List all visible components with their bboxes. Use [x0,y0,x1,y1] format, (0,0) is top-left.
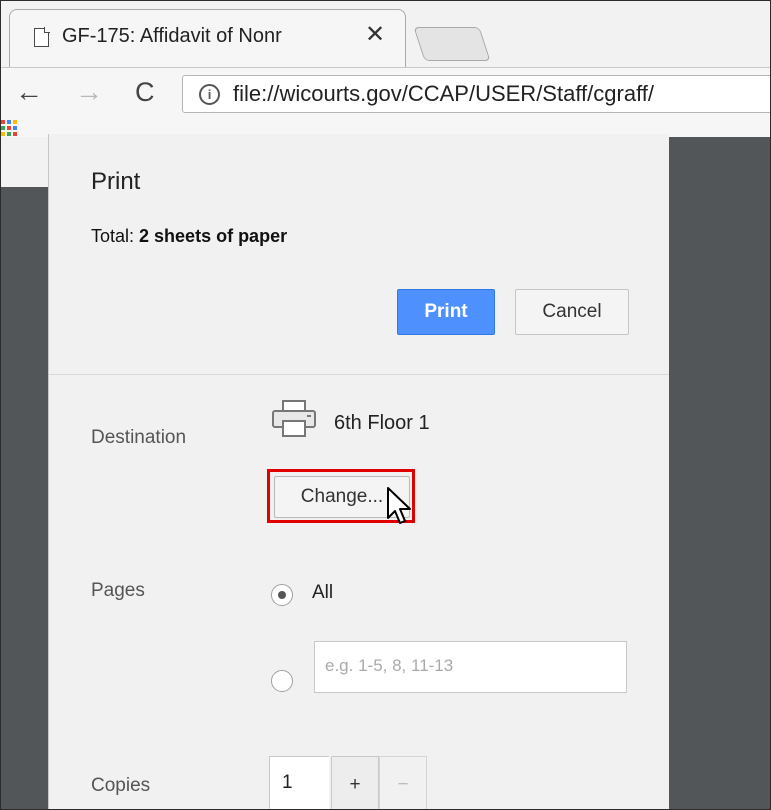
total-value: 2 sheets of paper [139,226,288,246]
print-preview-area [668,137,770,809]
apps-grid-icon[interactable] [1,117,23,139]
tab-close-icon[interactable]: ✕ [365,20,385,49]
back-arrow-icon[interactable]: ← [15,76,43,108]
tab-strip: GF-175: Affidavit of Nonr ✕ [1,1,770,68]
info-icon[interactable]: i [199,84,220,105]
browser-toolbar: ← → C i file://wicourts.gov/CCAP/USER/St… [1,67,770,118]
pages-range-input[interactable]: e.g. 1-5, 8, 11-13 [314,641,627,693]
destination-label: Destination [91,427,187,448]
total-prefix: Total: [91,226,140,246]
document-icon [34,27,50,47]
copies-increment-button[interactable]: + [331,756,379,809]
copies-label: Copies [91,775,151,796]
page-background-left [1,187,51,809]
total-sheets: Total: 2 sheets of paper [91,226,287,247]
forward-arrow-icon[interactable]: → [75,76,103,108]
pages-custom-radio[interactable] [271,670,293,692]
tab-title: GF-175: Affidavit of Nonr [62,25,282,47]
cancel-button[interactable]: Cancel [515,289,629,335]
copies-input[interactable]: 1 [269,756,329,809]
pages-all-radio[interactable] [271,584,293,606]
mouse-cursor-icon [387,487,411,524]
browser-window: GF-175: Affidavit of Nonr ✕ ← → C i file… [0,0,771,810]
new-tab-button[interactable] [413,27,491,61]
pages-all-label[interactable]: All [312,582,333,604]
pages-label: Pages [91,580,145,601]
address-bar[interactable]: i file://wicourts.gov/CCAP/USER/Staff/cg… [182,75,770,113]
tab-active[interactable]: GF-175: Affidavit of Nonr ✕ [9,9,406,68]
print-dialog-title: Print [91,168,141,195]
reload-icon[interactable]: C [135,77,155,108]
url-text[interactable]: file://wicourts.gov/CCAP/USER/Staff/cgra… [233,81,654,107]
print-settings-panel: Print Total: 2 sheets of paper Print Can… [48,134,669,809]
printer-icon [272,400,316,437]
print-button[interactable]: Print [397,289,495,335]
copies-decrement-button[interactable]: − [379,756,427,809]
header-divider [49,374,669,375]
printer-name: 6th Floor 1 [334,412,430,434]
